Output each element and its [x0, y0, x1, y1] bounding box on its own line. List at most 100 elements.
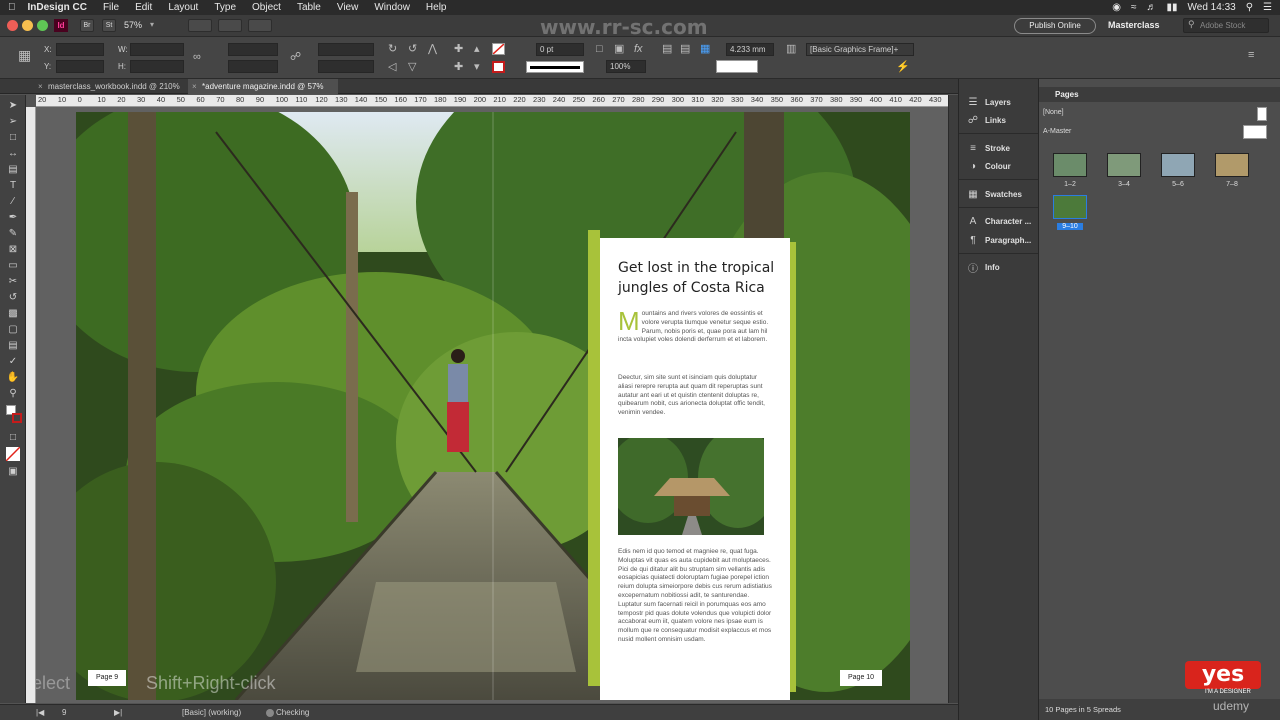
align-icon[interactable]: ▤: [662, 43, 672, 55]
pen-tool-icon[interactable]: ✒: [6, 211, 20, 225]
menu-table[interactable]: Table: [289, 2, 329, 13]
screen-mode-icon[interactable]: ▣: [6, 465, 20, 479]
none-master-thumbnail[interactable]: [1257, 107, 1267, 121]
eyedropper-tool-icon[interactable]: ✓: [6, 355, 20, 369]
spread-thumb-5-6[interactable]: [1161, 153, 1195, 177]
menu-type[interactable]: Type: [206, 2, 244, 13]
selection-tool-icon[interactable]: ➤: [6, 99, 20, 113]
apple-icon[interactable]: : [0, 2, 24, 13]
panel-stroke[interactable]: ≡ Stroke: [967, 141, 1010, 155]
select-content-icon[interactable]: ✚: [454, 43, 463, 55]
stroke-type-dropdown[interactable]: [526, 61, 584, 73]
rotate-input[interactable]: [318, 43, 374, 56]
panel-character[interactable]: A Character ...: [967, 214, 1032, 228]
menu-edit[interactable]: Edit: [127, 2, 160, 13]
panel-colour[interactable]: ◑ Colour: [967, 159, 1011, 173]
rectangle-tool-icon[interactable]: ▭: [6, 259, 20, 273]
quick-apply-icon[interactable]: ⚡: [896, 61, 910, 73]
article-headline[interactable]: Get lost in the tropical jungles of Cost…: [618, 258, 778, 298]
page-tool-icon[interactable]: □: [6, 131, 20, 145]
next-page-icon[interactable]: ▶|: [114, 708, 122, 717]
screen-mode-button[interactable]: [218, 19, 242, 32]
zoom-window-button[interactable]: [37, 20, 48, 31]
select-container-icon[interactable]: ⋀: [428, 43, 437, 55]
publish-online-button[interactable]: Publish Online: [1014, 18, 1096, 34]
chain-icon[interactable]: ☍: [290, 51, 301, 63]
vertical-scrollbar[interactable]: [948, 95, 958, 703]
preflight-status[interactable]: Checking: [276, 708, 309, 717]
close-tab-icon[interactable]: ×: [38, 79, 43, 94]
panel-info[interactable]: ⓘ Info: [967, 260, 1000, 275]
vertical-ruler[interactable]: [26, 107, 36, 703]
panel-layers[interactable]: ☰ Layers: [967, 95, 1011, 109]
zoom-tool-icon[interactable]: ⚲: [6, 387, 20, 401]
flip-horizontal-icon[interactable]: ◁: [388, 61, 396, 73]
style-status[interactable]: [Basic] (working): [182, 708, 241, 717]
scale-x-input[interactable]: [228, 43, 278, 56]
tab-adventure-magazine[interactable]: × *adventure magazine.indd @ 57%: [188, 79, 338, 94]
distribute-icon[interactable]: ▤: [680, 43, 690, 55]
spread-thumb-9-10[interactable]: [1053, 195, 1087, 219]
volume-icon[interactable]: ♬: [1147, 2, 1157, 13]
opacity-input[interactable]: 100%: [606, 60, 646, 73]
stroke-weight-input[interactable]: 0 pt: [536, 43, 584, 56]
gap-tool-icon[interactable]: ↔: [6, 147, 20, 161]
flip-vertical-icon[interactable]: ▽: [408, 61, 416, 73]
stroke-color-icon[interactable]: [12, 413, 22, 423]
rotate-ccw-icon[interactable]: ↺: [408, 43, 417, 55]
line-tool-icon[interactable]: ∕: [6, 195, 20, 209]
close-window-button[interactable]: [7, 20, 18, 31]
panel-swatches[interactable]: ▦ Swatches: [967, 187, 1022, 201]
scale-y-input[interactable]: [228, 60, 278, 73]
fit-content-icon[interactable]: ▣: [614, 43, 624, 55]
a-master-thumbnail[interactable]: [1243, 125, 1267, 139]
gradient-tool-icon[interactable]: ▩: [6, 307, 20, 321]
wrap-icon[interactable]: ▦: [700, 43, 710, 55]
select-next-icon[interactable]: ▾: [474, 61, 480, 73]
gradient-feather-tool-icon[interactable]: ▢: [6, 323, 20, 337]
pages-panel-title[interactable]: Pages: [1039, 87, 1280, 102]
zoom-dropdown-icon[interactable]: ▾: [150, 20, 154, 29]
clock[interactable]: Wed 14:33: [1188, 2, 1236, 13]
note-tool-icon[interactable]: ▤: [6, 339, 20, 353]
tab-masterclass-workbook[interactable]: × masterclass_workbook.indd @ 210%: [34, 79, 184, 94]
spread-thumb-1-2[interactable]: [1053, 153, 1087, 177]
rotate-cw-icon[interactable]: ↻: [388, 43, 397, 55]
width-input[interactable]: [130, 43, 184, 56]
shear-input[interactable]: [318, 60, 374, 73]
view-options-button[interactable]: [188, 19, 212, 32]
select-previous-icon[interactable]: ✚: [454, 61, 463, 73]
article-text-frame[interactable]: Get lost in the tropical jungles of Cost…: [600, 238, 790, 700]
stroke-style-swatch[interactable]: [716, 60, 758, 73]
search-icon[interactable]: ⚲: [1246, 2, 1253, 13]
free-transform-tool-icon[interactable]: ↺: [6, 291, 20, 305]
scissors-tool-icon[interactable]: ✂: [6, 275, 20, 289]
wifi-icon[interactable]: ≈: [1131, 2, 1137, 13]
spread-thumb-3-4[interactable]: [1107, 153, 1141, 177]
minimize-window-button[interactable]: [22, 20, 33, 31]
article-paragraph-3[interactable]: Edis nem id quo temod et magniee re, qua…: [618, 548, 773, 645]
article-paragraph-1[interactable]: Mountains and rivers volores de eossinti…: [618, 308, 773, 345]
menu-list-icon[interactable]: ☰: [1263, 2, 1272, 13]
zoom-level[interactable]: 57%: [124, 20, 142, 30]
formatting-container-icon[interactable]: □: [6, 431, 20, 445]
fill-swatch[interactable]: [492, 43, 505, 55]
horizontal-ruler[interactable]: 20 10 0 10 20 30 40 50 60 70 80 90 100 110 120 130 140 15…: [36, 95, 948, 107]
menu-file[interactable]: File: [95, 2, 127, 13]
pencil-tool-icon[interactable]: ✎: [6, 227, 20, 241]
object-style-icon[interactable]: ▥: [786, 43, 796, 55]
document-canvas[interactable]: Get lost in the tropical jungles of Cost…: [36, 107, 948, 703]
stock-icon[interactable]: St: [102, 19, 116, 32]
menu-object[interactable]: Object: [244, 2, 289, 13]
type-tool-icon[interactable]: T: [6, 179, 20, 193]
spread-pages-9-10[interactable]: Get lost in the tropical jungles of Cost…: [76, 112, 910, 700]
previous-object-icon[interactable]: ▴: [474, 43, 480, 55]
app-menu[interactable]: InDesign CC: [24, 2, 95, 13]
none-master-label[interactable]: [None]: [1043, 109, 1064, 116]
hand-tool-icon[interactable]: ✋: [6, 371, 20, 385]
object-style-dropdown[interactable]: [Basic Graphics Frame]+: [806, 43, 914, 56]
control-panel-menu-icon[interactable]: ≡: [1248, 49, 1254, 61]
menu-view[interactable]: View: [329, 2, 367, 13]
x-input[interactable]: [56, 43, 104, 56]
constrain-proportions-icon[interactable]: ∞: [193, 51, 201, 63]
